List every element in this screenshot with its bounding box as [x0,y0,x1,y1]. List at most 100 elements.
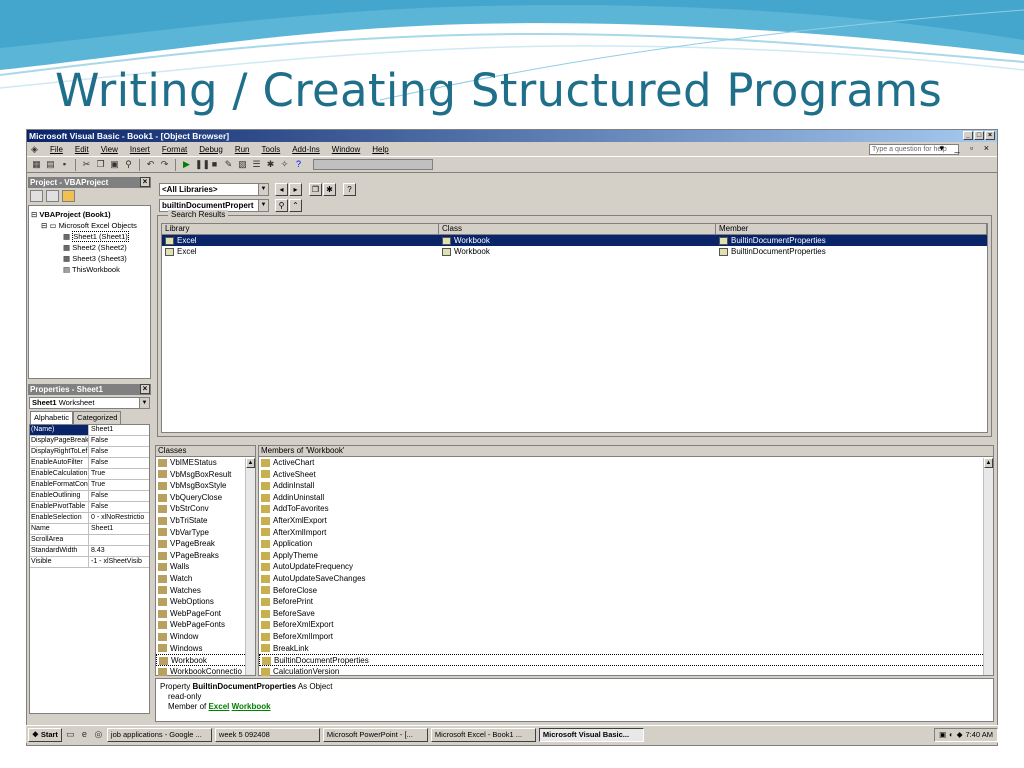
view-definition-button[interactable]: ✱ [323,183,336,196]
minimize-button[interactable]: _ [963,131,973,140]
reset-icon[interactable]: ■ [209,159,220,170]
restore-button[interactable]: □ [974,131,984,140]
list-item[interactable]: AfterXmlExport [259,515,993,527]
tray-antivirus-icon[interactable]: ◆ [957,729,963,741]
list-item[interactable]: VPageBreak [156,538,255,550]
list-item[interactable]: AutoUpdateSaveChanges [259,573,993,585]
list-item[interactable]: Watches [156,585,255,597]
list-item[interactable]: VPageBreaks [156,550,255,562]
project-close-icon[interactable]: × [140,177,150,187]
list-item[interactable]: CalculationVersion [259,666,993,678]
menu-insert[interactable]: Insert [130,145,150,154]
column-class[interactable]: Class [439,224,716,234]
menu-help[interactable]: Help [372,145,388,154]
toolbox-icon[interactable]: ✧ [279,159,290,170]
view-object-button[interactable] [46,190,59,202]
list-item[interactable]: Workbook [156,654,255,666]
list-item[interactable]: Windows [156,643,255,655]
property-row[interactable]: EnableSelection 0 - xlNoRestrictio [30,513,149,524]
details-class-link[interactable]: Workbook [232,702,271,711]
list-item[interactable]: AfterXmlImport [259,527,993,539]
column-member[interactable]: Member [716,224,987,234]
list-item[interactable]: Application [259,538,993,550]
properties-close-icon[interactable]: × [140,384,150,394]
list-item[interactable]: Window [156,631,255,643]
property-row[interactable]: EnablePivotTable False [30,502,149,513]
list-item[interactable]: VbVarType [156,527,255,539]
menu-edit[interactable]: Edit [75,145,89,154]
menu-debug[interactable]: Debug [199,145,223,154]
object-browser-icon[interactable]: ✱ [265,159,276,170]
quicklaunch-ie-icon[interactable]: e [79,729,90,740]
menu-run[interactable]: Run [235,145,250,154]
list-item[interactable]: BeforePrint [259,596,993,608]
tree-node-thisworkbook[interactable]: ▤ ThisWorkbook [31,264,148,275]
property-row[interactable]: DisplayRightToLef False [30,447,149,458]
copy-to-clipboard-button[interactable]: ❐ [309,183,322,196]
undo-icon[interactable]: ↶ [145,159,156,170]
task-vbe[interactable]: Microsoft Visual Basic... [538,727,644,742]
list-item[interactable]: VbQueryClose [156,492,255,504]
classes-scrollbar[interactable]: ▲ [245,458,255,675]
property-row[interactable]: EnableOutlining False [30,491,149,502]
list-item[interactable]: VbMsgBoxResult [156,469,255,481]
copy-icon[interactable]: ❐ [95,159,106,170]
menu-addins[interactable]: Add-Ins [292,145,320,154]
quicklaunch-desktop-icon[interactable]: ▭ [65,729,76,740]
close-button[interactable]: × [985,131,995,140]
list-item[interactable]: WorkbookConnectio [156,666,255,678]
design-mode-icon[interactable]: ✎ [223,159,234,170]
list-item[interactable]: AddToFavorites [259,503,993,515]
save-icon[interactable]: ▪ [59,159,70,170]
details-library-link[interactable]: Excel [208,702,229,711]
list-item[interactable]: AddinUninstall [259,492,993,504]
list-item[interactable]: Walls [156,561,255,573]
menu-tools[interactable]: Tools [262,145,281,154]
menu-format[interactable]: Format [162,145,187,154]
list-item[interactable]: WebPageFonts [156,619,255,631]
property-row[interactable]: ScrollArea [30,535,149,546]
list-item[interactable]: WebOptions [156,596,255,608]
tray-clock[interactable]: 7:40 AM [965,729,993,741]
task-powerpoint[interactable]: Microsoft PowerPoint - [... [322,727,428,742]
list-item[interactable]: AutoUpdateFrequency [259,561,993,573]
search-binoculars-icon[interactable]: ⚲ [275,199,288,212]
property-row[interactable]: EnableCalculation True [30,469,149,480]
property-row[interactable]: EnableAutoFilter False [30,458,149,469]
tray-volume-icon[interactable]: ◐ [949,729,954,741]
mdi-controls[interactable]: ▾ _ ▫ × [940,143,993,154]
list-item[interactable]: ActiveSheet [259,469,993,481]
help-button[interactable]: ? [343,183,356,196]
paste-icon[interactable]: ▣ [109,159,120,170]
tab-categorized[interactable]: Categorized [73,411,122,424]
list-item[interactable]: VbTriState [156,515,255,527]
collapse-icon[interactable]: ⊟ [31,210,37,219]
cut-icon[interactable]: ✂ [81,159,92,170]
property-row[interactable]: Name Sheet1 [30,524,149,535]
list-item[interactable]: BeforeXmlImport [259,631,993,643]
tree-node-excel-objects[interactable]: ⊟ ▭ Microsoft Excel Objects [31,220,148,231]
insert-module-icon[interactable]: ▤ [45,159,56,170]
list-item[interactable]: BeforeClose [259,585,993,597]
project-explorer-icon[interactable]: ▧ [237,159,248,170]
task-folder[interactable]: week 5 092408 [214,727,320,742]
go-forward-button[interactable]: ▸ [289,183,302,196]
table-row[interactable]: Excel Workbook BuiltinDocumentProperties [162,235,987,246]
menu-window[interactable]: Window [332,145,360,154]
view-code-button[interactable] [30,190,43,202]
property-row[interactable]: EnableFormatCon True [30,480,149,491]
tray-network-icon[interactable]: ▣ [939,729,946,741]
list-item[interactable]: AddinInstall [259,480,993,492]
list-item[interactable]: BeforeSave [259,608,993,620]
list-item[interactable]: VbMsgBoxStyle [156,480,255,492]
start-button[interactable]: ❖ Start [28,727,62,742]
task-excel[interactable]: Microsoft Excel - Book1 ... [430,727,536,742]
chevron-down-icon[interactable]: ▼ [258,200,268,211]
menu-view[interactable]: View [101,145,118,154]
list-item[interactable]: BreakLink [259,643,993,655]
object-select[interactable]: Sheet1 Worksheet ▼ [29,397,150,409]
hide-search-results-icon[interactable]: ⌃ [289,199,302,212]
property-row[interactable]: (Name) Sheet1 [30,425,149,436]
property-row[interactable]: StandardWidth 8.43 [30,546,149,557]
scroll-up-icon[interactable]: ▲ [246,458,255,468]
